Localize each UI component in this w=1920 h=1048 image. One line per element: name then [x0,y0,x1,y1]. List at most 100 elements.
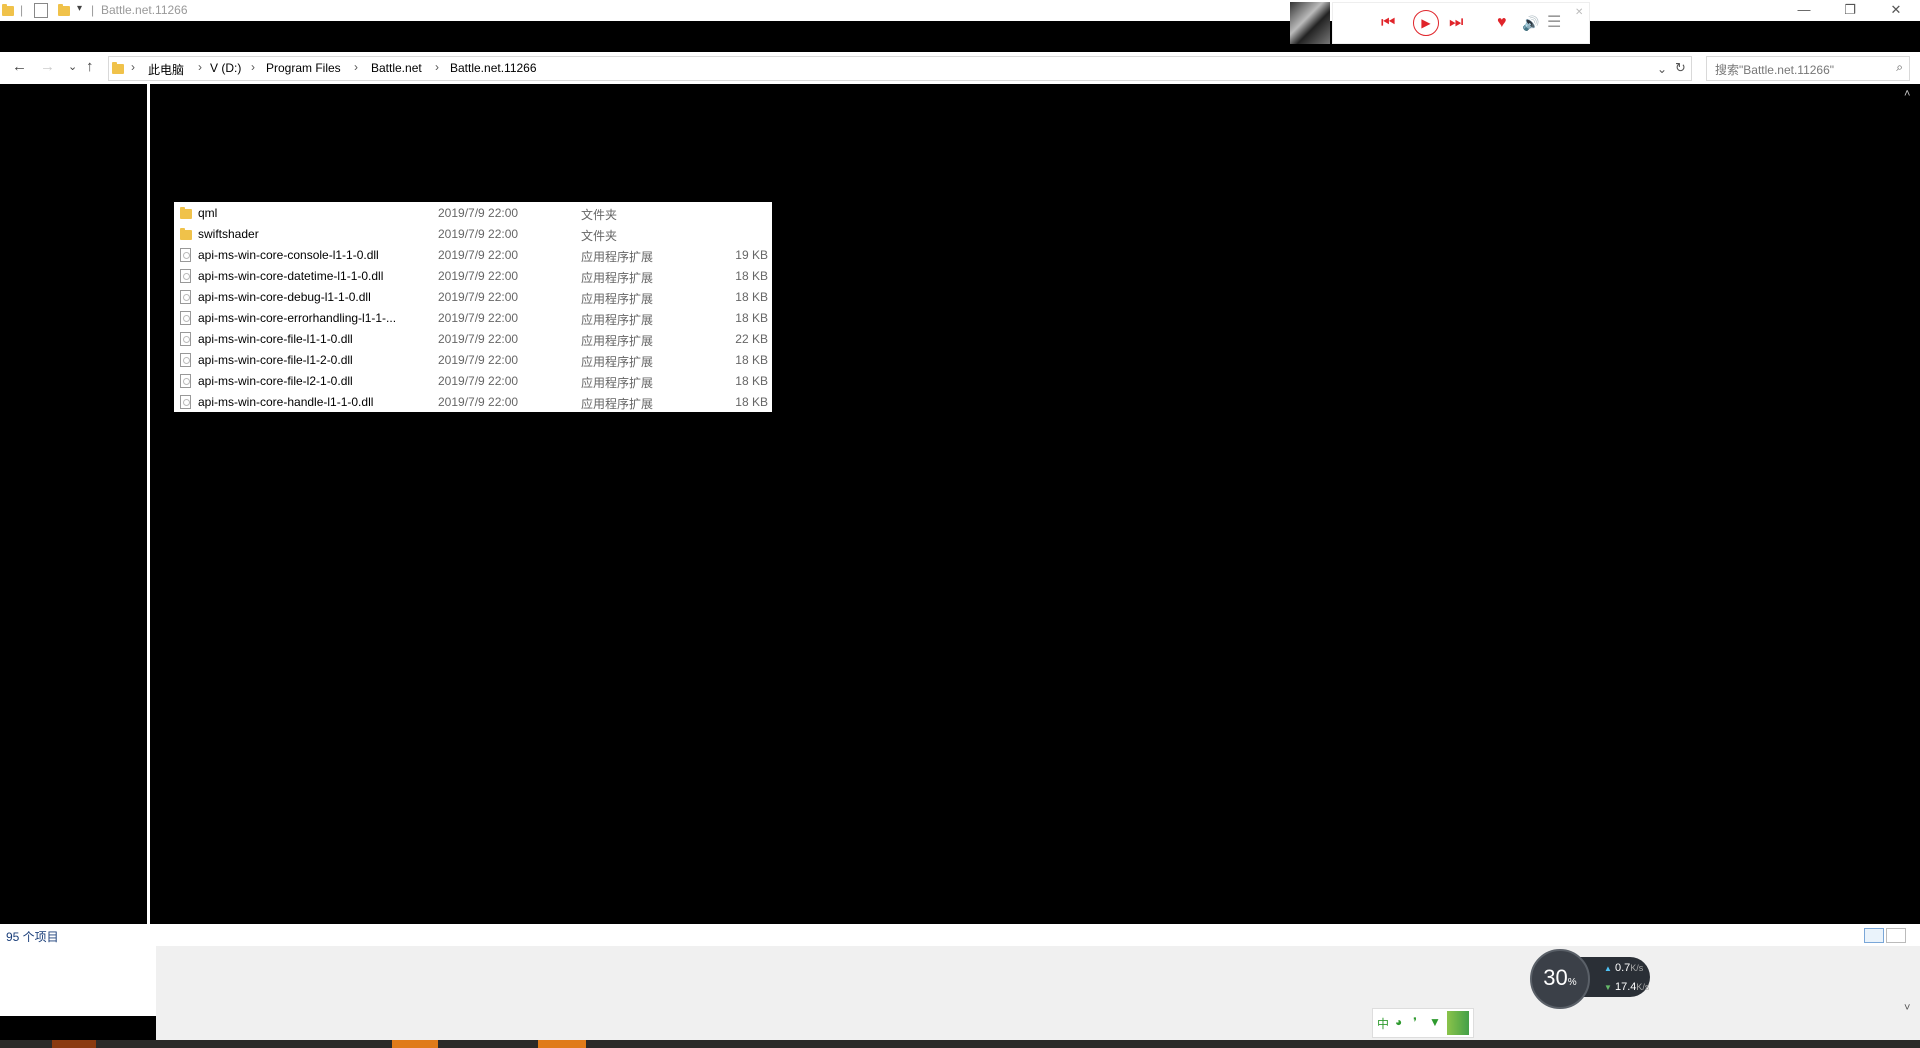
forward-button[interactable]: → [40,58,55,75]
file-type: 文件夹 [581,208,618,222]
taskbar-item[interactable] [538,1040,586,1048]
properties-icon[interactable] [34,3,48,18]
chevron-right-icon: › [354,60,358,74]
customize-quick-access-icon[interactable]: ▾ [77,3,82,17]
file-date: 2019/7/9 22:00 [438,353,519,367]
dll-file-icon [180,248,191,262]
item-count: 95 个项目 [6,930,59,944]
file-row[interactable]: api-ms-win-core-file-l1-1-0.dll 2019/7/9 … [174,328,772,349]
close-icon[interactable]: ✕ [1575,3,1583,23]
file-type: 应用程序扩展 [581,355,654,369]
breadcrumb-item[interactable]: V (D:) [210,61,241,75]
file-row[interactable]: api-ms-win-core-datetime-l1-1-0.dll 2019/… [174,265,772,286]
recent-locations-button[interactable]: ⌄ [68,60,77,73]
file-name: swiftshader [198,227,259,241]
music-player-widget: ⏮ ▶ ⏭ ♥ 🔊 ☰ ✕ [1332,2,1590,44]
file-name: api-ms-win-core-datetime-l1-1-0.dll [198,269,384,283]
chevron-right-icon: › [131,60,135,74]
navigation-pane-bottom [0,944,156,1016]
scroll-down-icon[interactable]: ˅ [1904,1002,1910,1014]
file-type: 应用程序扩展 [581,271,654,285]
file-name: api-ms-win-core-file-l1-1-0.dll [198,332,353,346]
up-button[interactable]: ↑ [86,58,94,75]
ribbon-area [153,21,1920,50]
file-type: 应用程序扩展 [581,313,654,327]
new-folder-icon[interactable] [58,4,70,16]
back-button[interactable]: ← [12,58,27,75]
file-date: 2019/7/9 22:00 [438,227,519,241]
scroll-up-icon[interactable]: ˄ [1904,88,1910,100]
taskbar-item[interactable] [52,1040,96,1048]
file-row[interactable]: api-ms-win-core-debug-l1-1-0.dll 2019/7/9… [174,286,772,307]
breadcrumb-item[interactable]: Program Files [266,61,341,75]
heart-icon[interactable]: ♥ [1497,13,1507,33]
playlist-icon[interactable]: ☰ [1547,13,1561,33]
details-view-icon[interactable] [1864,928,1884,943]
search-icon[interactable]: ⌕ [1896,60,1903,75]
next-track-icon[interactable]: ⏭ [1449,13,1463,33]
chevron-right-icon: › [435,60,439,74]
file-type: 应用程序扩展 [581,250,654,264]
dll-file-icon [180,332,191,346]
file-type: 应用程序扩展 [581,376,654,390]
dll-file-icon [180,311,191,325]
ime-panel-icon[interactable] [1447,1011,1469,1035]
play-icon[interactable]: ▶ [1413,10,1439,36]
memory-usage-circle[interactable]: 30% [1530,949,1590,1009]
search-input[interactable]: 搜索"Battle.net.11266" ⌕ [1706,56,1910,81]
minimize-button[interactable]: — [1781,0,1827,21]
upload-speed: ▲ 0.7K/s [1604,962,1644,974]
file-list: qml 2019/7/9 22:00 文件夹 swiftshader 2019/7/9 … [174,202,772,412]
punctuation-icon[interactable]: ❜ [1413,1015,1417,1029]
skin-icon[interactable]: ▼ [1429,1015,1441,1029]
album-art [1290,2,1330,44]
file-size: 18 KB [735,353,768,367]
file-row[interactable]: api-ms-win-core-errorhandling-l1-1-... 20… [174,307,772,328]
navigation-bar: ← → ⌄ ↑ › 此电脑 › V (D:) › Program Files ›… [0,52,1920,84]
file-size: 18 KB [735,374,768,388]
folder-icon [180,228,192,240]
dll-file-icon [180,269,191,283]
volume-icon[interactable]: 🔊 [1522,13,1539,33]
ime-mode[interactable]: 中 [1377,1015,1389,1032]
file-name: api-ms-win-core-file-l1-2-0.dll [198,353,353,367]
file-row[interactable]: qml 2019/7/9 22:00 文件夹 [174,202,772,223]
file-name: api-ms-win-core-handle-l1-1-0.dll [198,395,374,409]
file-row[interactable]: api-ms-win-core-file-l2-1-0.dll 2019/7/9 … [174,370,772,391]
moon-icon[interactable]: ◕ [1395,1015,1402,1029]
address-dropdown-button[interactable]: ⌄ [1657,62,1667,76]
memory-usage-percent: 30% [1543,965,1577,990]
download-arrow-icon: ▼ [1604,983,1612,992]
address-bar[interactable]: › 此电脑 › V (D:) › Program Files › Battle.… [108,56,1692,81]
refresh-button[interactable]: ↻ [1675,60,1686,76]
dll-file-icon [180,374,191,388]
taskbar-item[interactable] [392,1040,438,1048]
breadcrumb-item[interactable]: 此电脑 [148,61,184,78]
file-date: 2019/7/9 22:00 [438,395,519,409]
ime-toolbar: 中 ◕ ❜ ▼ [1372,1008,1474,1038]
file-size: 18 KB [735,269,768,283]
folder-icon [180,207,192,219]
file-date: 2019/7/9 22:00 [438,290,519,304]
file-row[interactable]: api-ms-win-core-file-l1-2-0.dll 2019/7/9 … [174,349,772,370]
file-date: 2019/7/9 22:00 [438,332,519,346]
taskbar [0,1040,1920,1048]
breadcrumb-item[interactable]: Battle.net.11266 [450,61,537,75]
dll-file-icon [180,353,191,367]
file-row[interactable]: swiftshader 2019/7/9 22:00 文件夹 [174,223,772,244]
file-row[interactable]: api-ms-win-core-console-l1-1-0.dll 2019/7… [174,244,772,265]
file-size: 22 KB [735,332,768,346]
large-icons-view-icon[interactable] [1886,928,1906,943]
background-area [156,946,1920,1040]
file-name: api-ms-win-core-console-l1-1-0.dll [198,248,379,262]
file-row[interactable]: api-ms-win-core-handle-l1-1-0.dll 2019/7/… [174,391,772,412]
file-size: 19 KB [735,248,768,262]
restore-button[interactable]: ❐ [1827,0,1873,21]
close-button[interactable]: ✕ [1873,0,1919,21]
pane-divider[interactable] [147,84,150,924]
file-date: 2019/7/9 22:00 [438,269,519,283]
file-type: 应用程序扩展 [581,292,654,306]
window-title: Battle.net.11266 [101,3,188,17]
previous-track-icon[interactable]: ⏮ [1381,13,1395,33]
breadcrumb-item[interactable]: Battle.net [371,61,422,75]
